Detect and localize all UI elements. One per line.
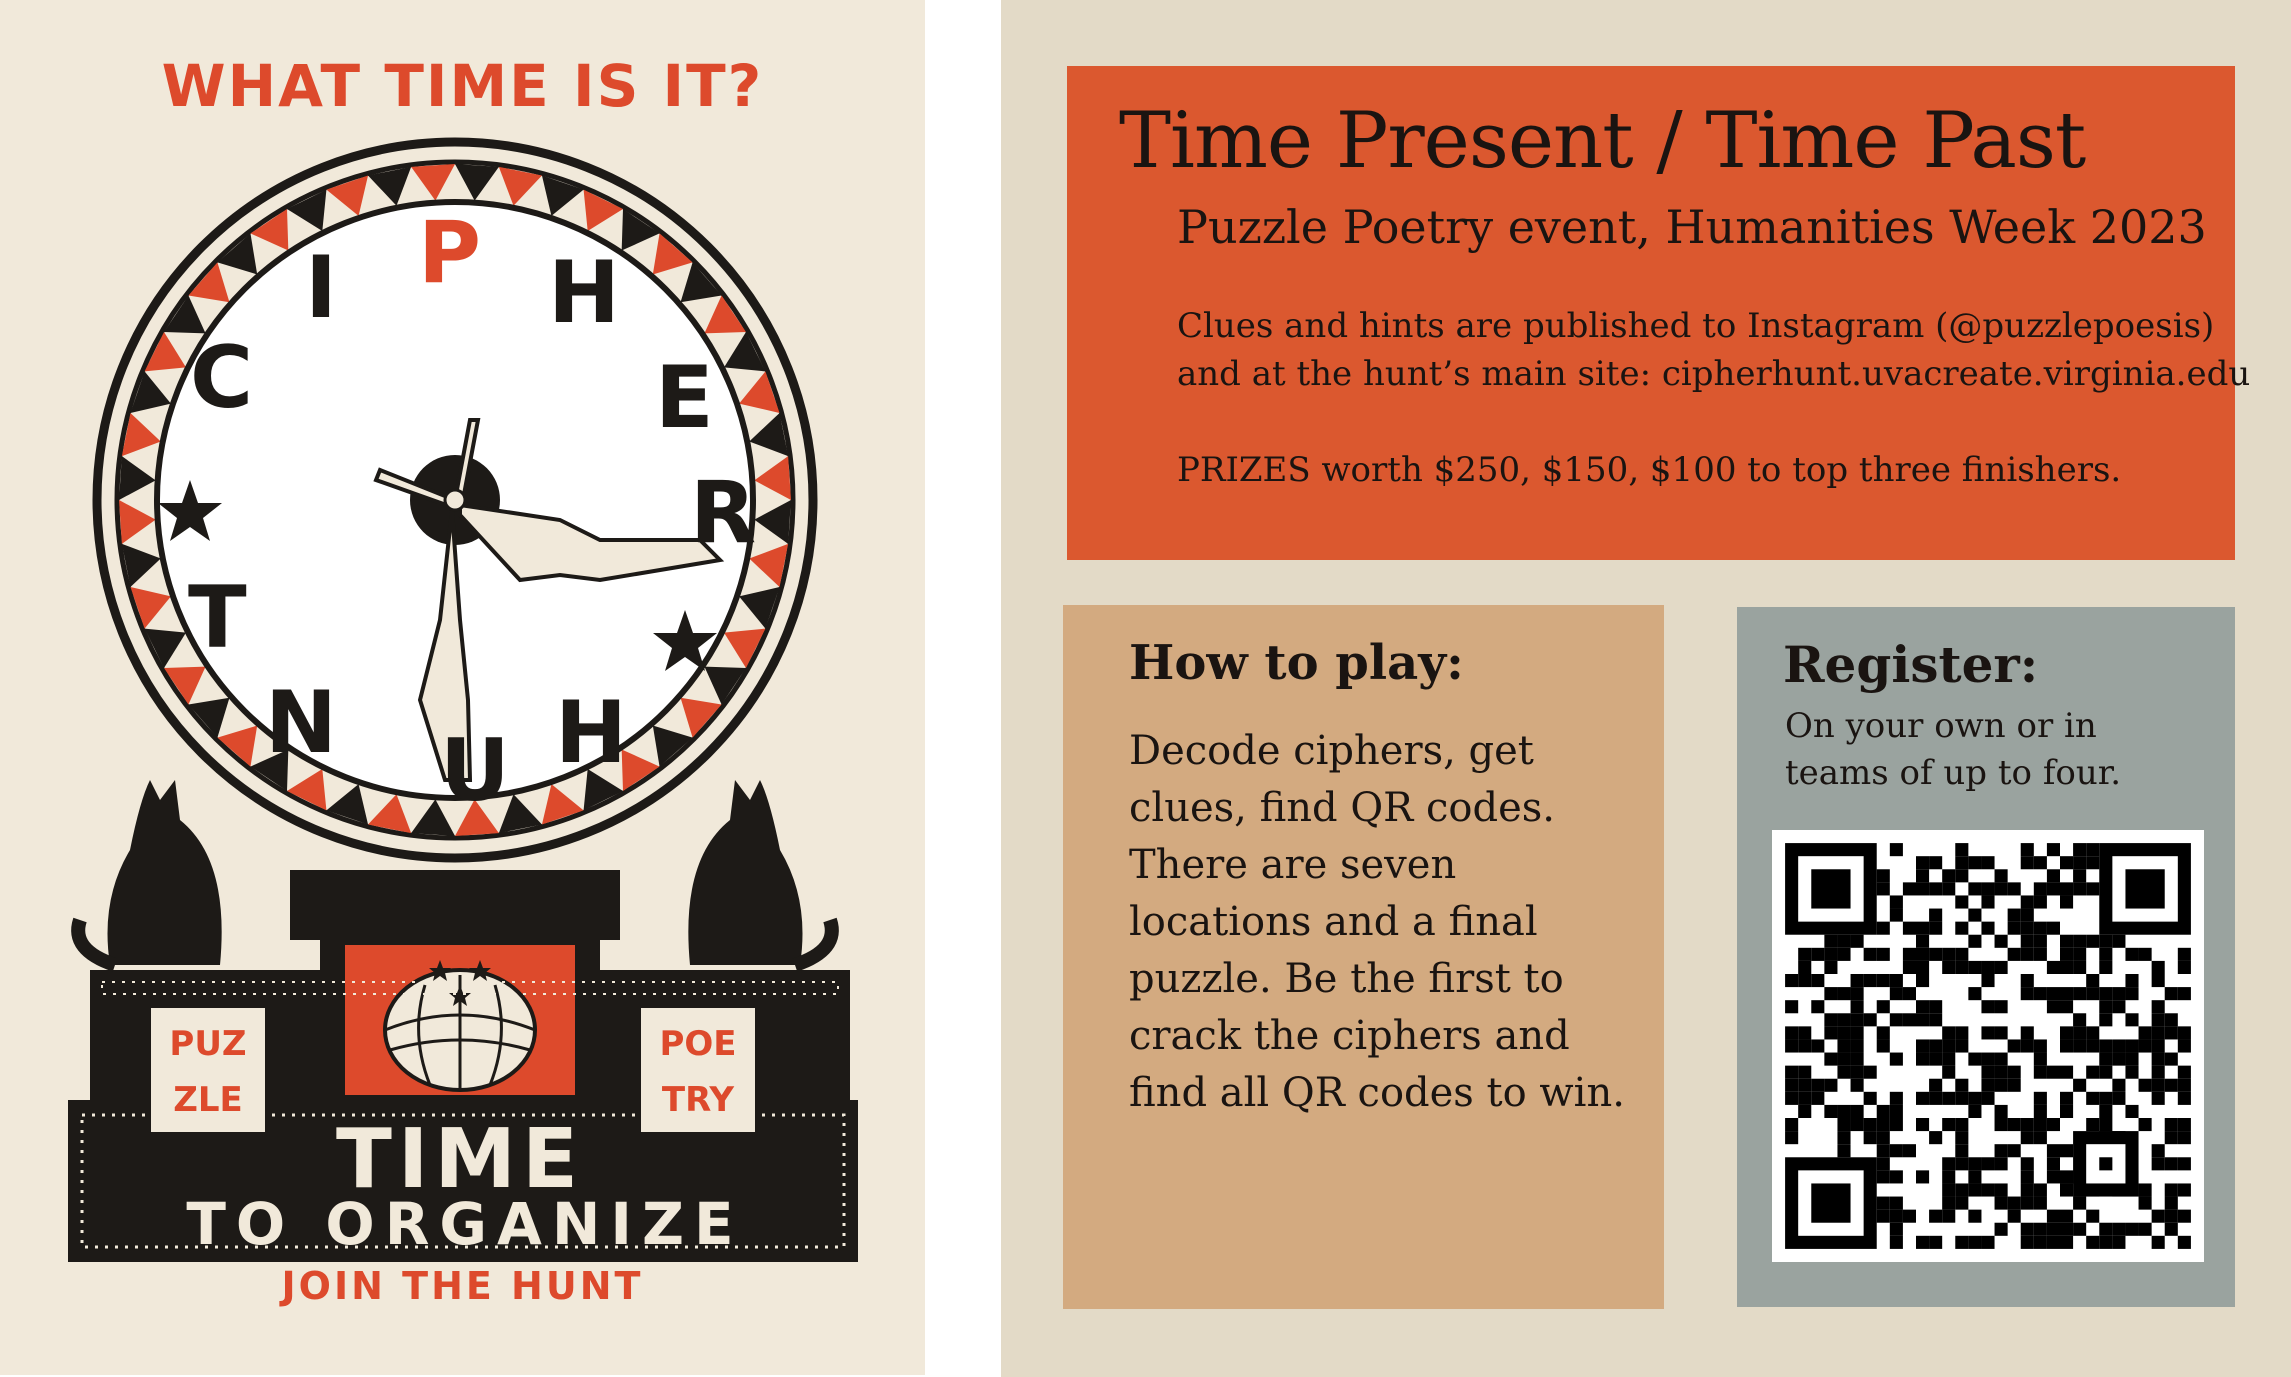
how-to-play-body: Decode ciphers, get clues, find QR codes… — [1129, 728, 1625, 1116]
clock-letter-c: C — [190, 328, 254, 428]
poetry-line1: POE — [659, 1024, 737, 1064]
register-heading: Register: — [1783, 635, 2039, 694]
poster-illustration: WHAT TIME IS IT? P H E R T U H N T C I P… — [0, 0, 925, 1375]
poster-headline: WHAT TIME IS IT? — [161, 52, 764, 120]
register-body: On your own or in teams of up to four. — [1785, 706, 2122, 793]
clock-letter-p: P — [418, 203, 482, 303]
title-panel: Time Present / Time Past Puzzle Poetry e… — [1067, 66, 2250, 560]
info-card: Time Present / Time Past Puzzle Poetry e… — [1001, 0, 2291, 1377]
clues-line-1: Clues and hints are published to Instagr… — [1177, 306, 2215, 346]
poetry-panel: POE TRY — [638, 1005, 758, 1135]
clock-letter-e: E — [655, 348, 714, 448]
clock-letter-h: H — [548, 243, 620, 343]
clock-letter-n: N — [265, 673, 337, 773]
event-subtitle: Puzzle Poetry event, Humanities Week 202… — [1177, 200, 2207, 254]
clock-letter-u: U — [440, 721, 510, 821]
poster-join-the-hunt: JOIN THE HUNT — [281, 1264, 644, 1308]
clock-letter-h2: H — [555, 683, 627, 783]
puzzle-line2: ZLE — [173, 1080, 243, 1120]
clock-letter-r: R — [690, 463, 757, 563]
clues-line-2: and at the hunt’s main site: cipherhunt.… — [1177, 354, 2251, 394]
prizes-text: PRIZES worth $250, $150, $100 to top thr… — [1177, 450, 2122, 490]
puzzle-line1: PUZ — [169, 1024, 247, 1064]
clock-letter-i: I — [305, 238, 337, 338]
puzzle-panel: PUZ ZLE — [148, 1005, 268, 1135]
event-title: Time Present / Time Past — [1119, 96, 2086, 186]
how-to-play-heading: How to play: — [1129, 635, 1464, 691]
qr-code-icon[interactable] — [1772, 830, 2204, 1262]
poetry-line2: TRY — [661, 1080, 735, 1120]
how-to-play-panel: How to play: Decode ciphers, get clues, … — [1063, 605, 1664, 1309]
poster-organize: TO ORGANIZE — [186, 1190, 744, 1258]
register-panel: Register: On your own or in teams of up … — [1737, 607, 2235, 1307]
clock-letter-t: T — [188, 568, 247, 668]
